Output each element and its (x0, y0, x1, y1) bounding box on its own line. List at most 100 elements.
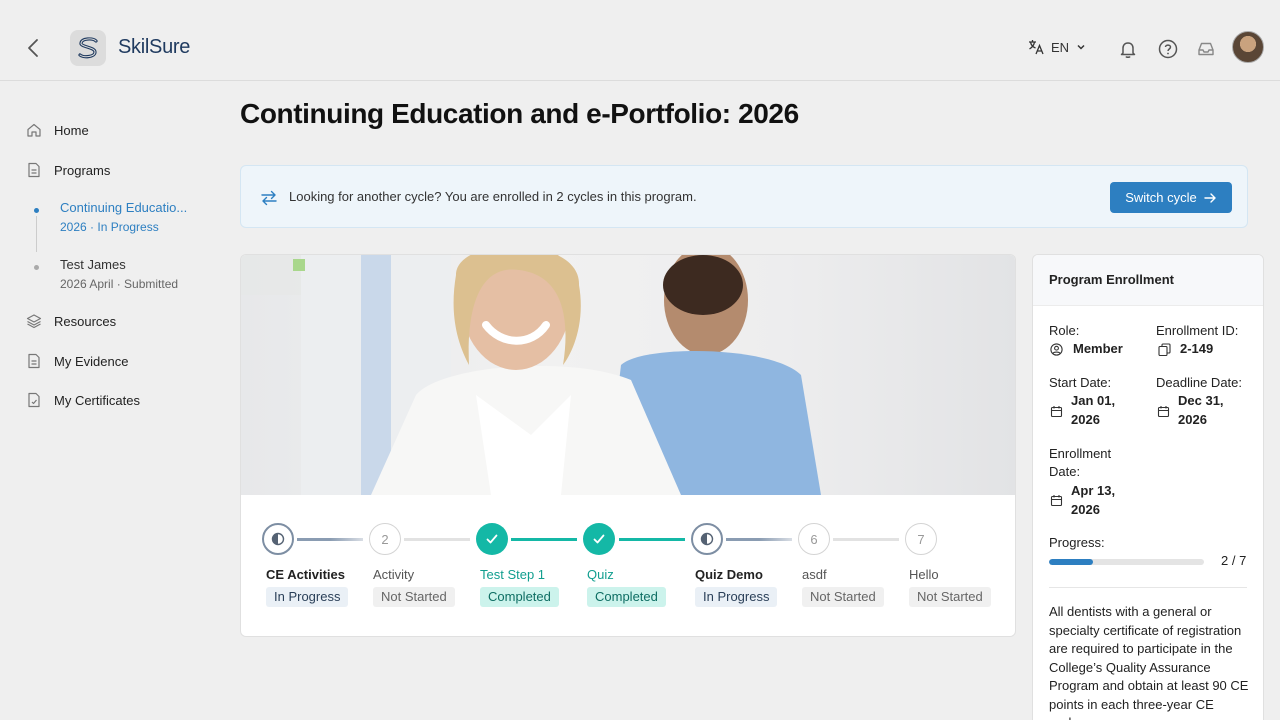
divider (1049, 587, 1247, 588)
deadline-date-label: Deadline Date: (1156, 375, 1242, 390)
status-badge: In Progress (695, 587, 778, 607)
deadline-date-value: Dec 31, 2026 (1178, 391, 1224, 429)
sidebar-item-my-certificates[interactable]: My Certificates (26, 392, 140, 408)
sidebar: Home Programs Continuing Educatio... 202… (0, 81, 220, 720)
language-selector[interactable]: EN (1027, 38, 1087, 56)
enrollment-date-label-line: Enrollment (1049, 446, 1112, 461)
start-date-value: Jan 01, 2026 (1071, 391, 1115, 429)
page-title: Continuing Education and e-Portfolio: 20… (240, 98, 799, 129)
hero-image (241, 255, 1015, 495)
banner-text: Looking for another cycle? You are enrol… (289, 189, 697, 204)
step-label: Hello (909, 567, 939, 582)
half-circle-icon (691, 523, 723, 555)
bell-icon[interactable] (1117, 38, 1139, 60)
step-label: Test Step 1 (480, 567, 546, 582)
cycle-connector (36, 216, 37, 252)
status-badge: In Progress (266, 587, 349, 607)
start-date-label: Start Date: (1049, 375, 1112, 390)
cycle-meta: 2026 April · Submitted (60, 277, 179, 291)
status-badge: Completed (587, 587, 666, 607)
sidebar-item-label: My Certificates (54, 392, 140, 408)
progress-bar-fill (1049, 559, 1094, 565)
panel-header: Program Enrollment (1033, 255, 1263, 306)
status-badge: Not Started (909, 587, 991, 607)
back-arrow-icon[interactable] (22, 36, 46, 60)
start-date-line: 2026 (1071, 412, 1100, 427)
sidebar-item-label: Home (54, 122, 89, 138)
switch-cycle-button[interactable]: Switch cycle (1110, 182, 1232, 213)
sidebar-item-programs[interactable]: Programs (26, 162, 110, 178)
sidebar-item-home[interactable]: Home (26, 122, 89, 138)
brand-logo[interactable] (70, 30, 106, 66)
switch-arrows-icon (259, 188, 279, 208)
step-connector (404, 538, 470, 541)
sidebar-item-my-evidence[interactable]: My Evidence (26, 353, 128, 369)
language-label: EN (1051, 39, 1070, 55)
step-label: Quiz Demo (695, 567, 763, 582)
inactive-dot (34, 265, 39, 270)
switch-cycle-label: Switch cycle (1125, 190, 1197, 205)
user-circle-icon (1050, 343, 1063, 356)
top-bar: SkilSure EN (0, 0, 1280, 81)
status-badge: Not Started (373, 587, 455, 607)
inbox-icon[interactable] (1195, 38, 1217, 60)
copy-icon[interactable] (1158, 343, 1171, 356)
arrow-right-icon (1204, 192, 1216, 203)
step-number: 2 (369, 523, 401, 555)
step-connector (833, 538, 899, 541)
step-connector (297, 538, 363, 541)
document-icon (28, 353, 40, 369)
enrollment-date-value: Apr 13, 2026 (1071, 481, 1115, 519)
calendar-icon (1050, 406, 1063, 418)
enrollment-date-label: Enrollment Date: (1049, 445, 1111, 481)
program-card: CE Activities In Progress 2 Activity Not… (240, 254, 1016, 637)
calendar-icon (1157, 406, 1170, 418)
sidebar-item-label: Programs (54, 162, 111, 178)
sidebar-item-label: Resources (54, 313, 117, 329)
step-progress-tracker: CE Activities In Progress 2 Activity Not… (241, 495, 1015, 636)
layers-icon (26, 314, 42, 329)
start-date-line: Jan 01, (1071, 393, 1116, 408)
role-label: Role: (1049, 323, 1080, 338)
chevron-down-icon (1077, 44, 1085, 50)
cycle-meta: 2026 · In Progress (60, 220, 159, 234)
cycle-banner: Looking for another cycle? You are enrol… (240, 165, 1248, 228)
brand-name: SkilSure (118, 36, 191, 58)
panel-title: Program Enrollment (1049, 272, 1174, 287)
home-icon (27, 123, 41, 137)
calendar-icon (1050, 495, 1063, 507)
translate-icon (1029, 40, 1044, 55)
deadline-date-line: Dec 31, (1178, 393, 1224, 408)
cycle-title: Test James (60, 257, 126, 272)
step-number: 6 (798, 523, 830, 555)
step-connector (726, 538, 792, 541)
status-badge: Completed (480, 587, 559, 607)
active-dot (34, 208, 39, 213)
certificate-icon (28, 392, 40, 408)
enrollment-date-label-line: Date: (1049, 464, 1081, 479)
program-enrollment-panel: Program Enrollment Role: Member Enrollme… (1032, 254, 1264, 720)
sidebar-item-resources[interactable]: Resources (26, 313, 116, 329)
document-icon (28, 162, 40, 178)
step-connector (511, 538, 577, 541)
progress-label: Progress: (1049, 535, 1105, 550)
progress-bar (1049, 559, 1204, 565)
step-number: 7 (905, 523, 937, 555)
help-icon[interactable] (1157, 38, 1179, 60)
step-label: Activity (373, 567, 415, 582)
enrollment-id-label: Enrollment ID: (1156, 323, 1239, 338)
deadline-date-line: 2026 (1178, 412, 1207, 427)
status-badge: Not Started (802, 587, 884, 607)
enrollment-date-line: 2026 (1071, 502, 1100, 517)
enrollment-date-line: Apr 13, (1071, 483, 1116, 498)
sidebar-item-label: My Evidence (54, 353, 129, 369)
step-connector (619, 538, 685, 541)
step-label: asdf (802, 567, 827, 582)
step-label: CE Activities (266, 567, 345, 582)
half-circle-icon (262, 523, 294, 555)
check-icon (476, 523, 508, 555)
program-description: All dentists with a general or specialty… (1049, 604, 1249, 720)
user-avatar[interactable] (1232, 31, 1264, 63)
progress-count: 2 / 7 (1221, 553, 1247, 568)
enrollment-id-value: 2-149 (1180, 341, 1214, 356)
